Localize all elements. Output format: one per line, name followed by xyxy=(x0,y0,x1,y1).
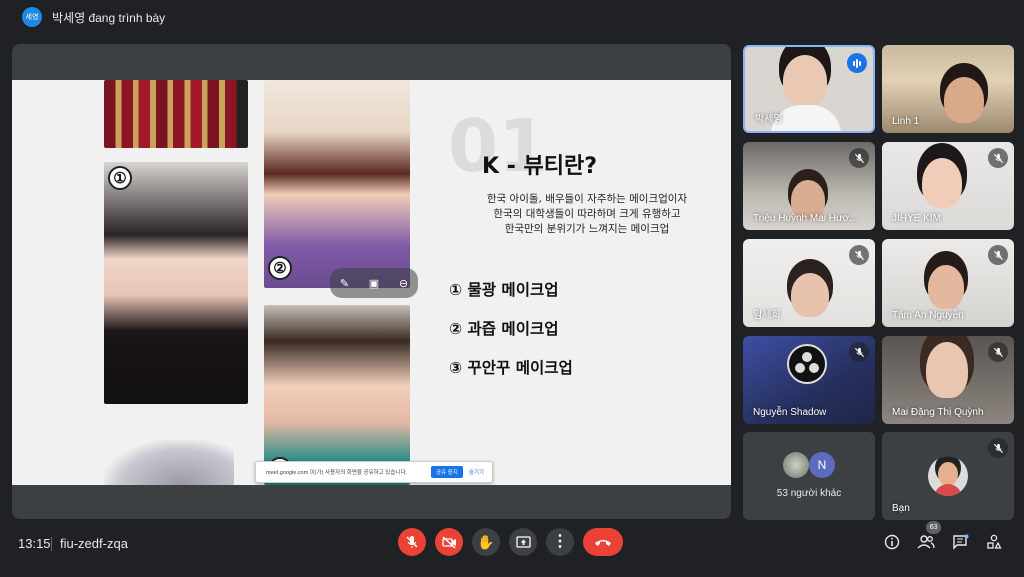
participant-tile[interactable]: JIHYE KIM xyxy=(882,142,1014,230)
muted-mic-icon xyxy=(849,245,869,265)
participant-tile[interactable]: Nguyễn Shadow xyxy=(743,336,875,424)
others-count-label: 53 người khác xyxy=(776,488,842,499)
participant-tile[interactable]: Tâm An Nguyễn xyxy=(882,239,1014,327)
participant-name: Triệu Huỳnh Mai Hươ... xyxy=(753,213,858,224)
participant-video xyxy=(926,342,968,398)
more-icon[interactable]: ⊖ xyxy=(399,277,408,290)
more-options-button[interactable]: ⋮ xyxy=(546,528,574,556)
participant-tile[interactable]: Linh 1 xyxy=(882,45,1014,133)
self-tile[interactable]: Bạn xyxy=(882,432,1014,520)
divider xyxy=(51,537,52,551)
muted-mic-icon xyxy=(849,148,869,168)
participant-tile[interactable]: 임세희 xyxy=(743,239,875,327)
self-avatar xyxy=(928,456,968,496)
makeup-item-3: ③ 꾸안꾸 메이크업 xyxy=(449,359,573,377)
participant-name: JIHYE KIM xyxy=(892,213,941,224)
chat-button[interactable] xyxy=(950,532,970,552)
camera-off-icon xyxy=(441,536,456,549)
self-name: Bạn xyxy=(892,503,910,514)
description-line: 한국만의 분위기가 느껴지는 메이크업 xyxy=(504,223,670,236)
obs-logo-icon xyxy=(787,344,827,384)
chat-icon xyxy=(952,534,968,550)
makeup-brush-photo xyxy=(104,440,234,485)
model-photo-1 xyxy=(104,162,248,404)
activities-icon xyxy=(987,534,1002,549)
presentation-stage: ① ② ③ 01 K - 뷰티란? 한국 아이돌, 배우들이 자주하는 메이크업… xyxy=(12,44,731,519)
other-participant-avatar xyxy=(783,452,809,478)
participant-name: Mai Đặng Thị Quỳnh xyxy=(892,407,984,418)
others-tile[interactable]: N 53 người khác xyxy=(743,432,875,520)
meeting-clock: 13:15 xyxy=(18,536,51,551)
participant-tile[interactable]: 박세영 xyxy=(743,45,875,133)
description-line: 한국의 대학생들이 따라하며 크게 유행하고 xyxy=(493,208,681,221)
participant-name: Nguyễn Shadow xyxy=(753,407,827,418)
speaking-icon xyxy=(847,53,867,73)
photo-number-1: ① xyxy=(108,166,132,190)
shared-slide: ① ② ③ 01 K - 뷰티란? 한국 아이돌, 배우들이 자주하는 메이크업… xyxy=(12,80,731,485)
participant-tile[interactable]: Mai Đặng Thị Quỳnh xyxy=(882,336,1014,424)
stop-sharing-button[interactable]: 공유 중지 xyxy=(431,466,463,478)
mic-toggle-button[interactable] xyxy=(398,528,426,556)
info-icon xyxy=(884,534,900,550)
share-notice-text: meet.google.com 이(가) 사용자의 화면을 공유하고 있습니다. xyxy=(266,470,408,476)
meeting-details-button[interactable] xyxy=(882,532,902,552)
meeting-code: fiu-zedf-zqa xyxy=(60,536,128,551)
people-button[interactable] xyxy=(916,532,936,552)
slide-description: 한국 아이돌, 배우들이 자주하는 메이크업이자 한국의 대학생들이 따라하며 … xyxy=(452,192,722,238)
participant-name: Linh 1 xyxy=(892,116,920,127)
participant-name: 임세희 xyxy=(753,310,781,321)
muted-mic-icon xyxy=(988,245,1008,265)
participant-name: Tâm An Nguyễn xyxy=(892,310,964,321)
muted-mic-icon xyxy=(849,342,869,362)
participant-tile[interactable]: Triệu Huỳnh Mai Hươ... xyxy=(743,142,875,230)
slide-title: K - 뷰티란? xyxy=(482,154,597,179)
camera-toggle-button[interactable] xyxy=(435,528,463,556)
photo-number-2: ② xyxy=(268,256,292,280)
participant-video xyxy=(791,273,829,317)
other-participant-avatar: N xyxy=(809,452,835,478)
screen-share-notice: meet.google.com 이(가) 사용자의 화면을 공유하고 있습니다.… xyxy=(255,461,493,483)
activities-button[interactable] xyxy=(984,532,1004,552)
lipstick-photo xyxy=(104,80,248,148)
tile-overlay-controls[interactable]: ✎ ▣ ⊖ xyxy=(330,268,418,298)
muted-mic-icon xyxy=(988,342,1008,362)
hide-notice-link[interactable]: 숨기기 xyxy=(469,468,484,476)
present-screen-button[interactable] xyxy=(509,528,537,556)
presenting-banner: 세영 박세영 đang trình bày xyxy=(0,0,1024,34)
participant-video xyxy=(922,158,962,208)
muted-mic-icon xyxy=(988,438,1008,458)
leave-call-button[interactable] xyxy=(583,528,623,556)
hang-up-icon xyxy=(595,540,611,546)
more-vert-icon: ⋮ xyxy=(552,533,568,550)
presenting-text: 박세영 đang trình bày xyxy=(52,10,166,25)
muted-mic-icon xyxy=(988,148,1008,168)
presenter-avatar: 세영 xyxy=(22,7,42,27)
participant-video xyxy=(928,265,964,309)
people-icon xyxy=(917,535,935,549)
bottom-control-bar: 13:15 fiu-zedf-zqa ✋ ⋮ 63 xyxy=(0,519,1024,577)
makeup-item-2: ② 과즙 메이크업 xyxy=(449,320,559,338)
present-icon xyxy=(515,535,531,548)
frame-icon[interactable]: ▣ xyxy=(369,277,379,290)
raise-hand-button[interactable]: ✋ xyxy=(472,528,500,556)
participant-video xyxy=(944,77,984,123)
mic-off-icon xyxy=(406,536,418,548)
makeup-item-1: ① 물광 메이크업 xyxy=(449,281,559,299)
hand-icon: ✋ xyxy=(477,533,495,550)
description-line: 한국 아이돌, 배우들이 자주하는 메이크업이자 xyxy=(486,193,688,205)
participant-video xyxy=(783,55,827,107)
pin-icon[interactable]: ✎ xyxy=(340,277,349,290)
participant-name: 박세영 xyxy=(755,114,783,125)
